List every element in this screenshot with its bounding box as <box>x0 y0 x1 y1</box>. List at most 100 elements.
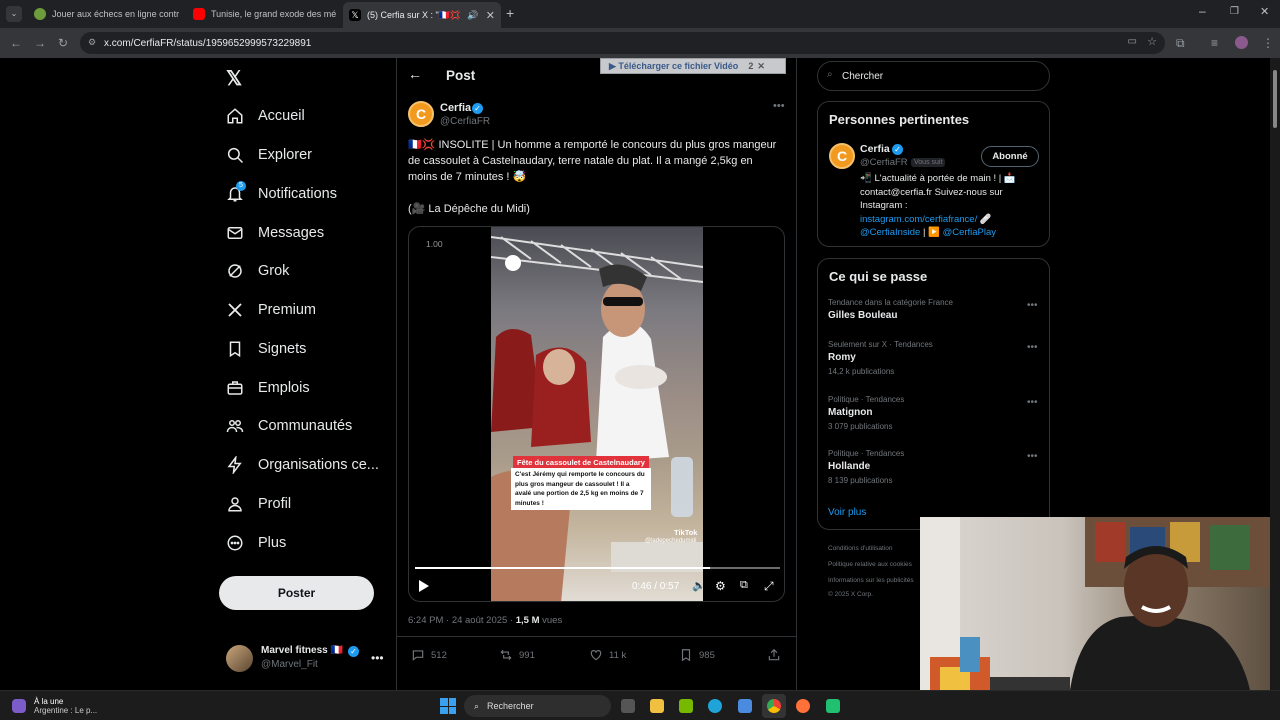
footer-link[interactable]: Politique relative aux cookies <box>828 561 912 568</box>
nav-item-grok[interactable]: Grok <box>226 257 289 285</box>
media-icon[interactable]: ≡ <box>1211 36 1218 50</box>
nav-item-signets[interactable]: Signets <box>226 335 306 363</box>
video-caption-body: C'est Jérémy qui remporte le concours du… <box>511 468 651 510</box>
x-logo-icon[interactable]: 𝕏 <box>226 66 242 91</box>
address-bar-row: ← → ↻ ⚙ x.com/CerfiaFR/status/1959652999… <box>0 28 1280 58</box>
close-window-button[interactable]: ✕ <box>1260 5 1269 18</box>
video-progress-track[interactable] <box>415 567 780 569</box>
close-icon[interactable]: ✕ <box>480 9 495 22</box>
file-explorer-icon[interactable] <box>650 699 664 713</box>
like-button[interactable]: 11 k <box>589 648 626 662</box>
trend-item[interactable]: Politique · Tendances Hollande 8 139 pub… <box>828 449 904 485</box>
nav-item-profil[interactable]: Profil <box>226 490 291 518</box>
trend-item[interactable]: Seulement sur X · Tendances Romy 14,2 k … <box>828 340 933 376</box>
more-icon[interactable]: ••• <box>1027 300 1038 311</box>
home-icon <box>227 108 243 124</box>
nav-item-organisations[interactable]: Organisations ce... <box>226 451 379 479</box>
follow-button[interactable]: Abonné <box>981 146 1039 167</box>
site-info-icon[interactable]: ⚙ <box>88 37 96 48</box>
play-icon[interactable] <box>419 580 429 592</box>
tiktok-watermark: TikTok <box>674 528 698 537</box>
chess-favicon-icon <box>34 8 46 20</box>
bookmark-icon <box>229 341 241 358</box>
cast-icon[interactable]: ▭ <box>1128 36 1137 47</box>
back-icon[interactable]: ← <box>10 36 22 50</box>
bio-mention[interactable]: @CerfiaPlay <box>943 227 996 238</box>
avatar[interactable]: C <box>829 143 855 169</box>
avatar[interactable]: C <box>408 101 434 127</box>
nvidia-icon[interactable] <box>679 699 693 713</box>
bio-mention[interactable]: @CerfiaInside <box>860 227 920 238</box>
taskbar-search-input[interactable]: ⌕ Rechercher <box>464 695 611 717</box>
mail-icon <box>227 227 243 239</box>
trend-item[interactable]: Tendance dans la catégorie France Gilles… <box>828 298 953 321</box>
page-scrollbar[interactable] <box>1270 58 1280 690</box>
start-button[interactable] <box>440 698 456 714</box>
nav-item-premium[interactable]: Premium <box>226 296 316 324</box>
person-name[interactable]: Cerfia <box>860 143 890 155</box>
nav-item-plus[interactable]: Plus <box>226 529 286 557</box>
edge-icon[interactable] <box>708 699 722 713</box>
reload-icon[interactable]: ↻ <box>58 36 68 50</box>
new-tab-button[interactable]: + <box>506 5 514 21</box>
forward-icon[interactable]: → <box>34 36 46 50</box>
panel-title: Personnes pertinentes <box>829 112 970 127</box>
trend-item[interactable]: Politique · Tendances Matignon 3 079 pub… <box>828 395 904 431</box>
app-icon[interactable] <box>826 699 840 713</box>
verified-icon: ✓ <box>348 646 359 657</box>
see-more-link[interactable]: Voir plus <box>828 507 866 518</box>
menu-icon[interactable]: ⋮ <box>1262 36 1274 50</box>
author-name[interactable]: Cerfia <box>440 102 471 114</box>
share-button[interactable] <box>767 648 787 662</box>
news-widget[interactable]: À la une Argentine : Le p... <box>12 695 97 717</box>
url-input[interactable]: ⚙ x.com/CerfiaFR/status/1959652999573229… <box>80 32 1165 54</box>
star-icon[interactable]: ☆ <box>1147 35 1157 48</box>
profile-avatar[interactable] <box>1235 36 1248 49</box>
picture-in-picture-icon[interactable]: ⧉ <box>740 579 748 592</box>
more-icon[interactable]: ••• <box>1027 451 1038 462</box>
people-icon <box>226 420 244 433</box>
task-view-icon[interactable] <box>621 699 635 713</box>
nav-item-explorer[interactable]: Explorer <box>226 141 312 169</box>
reply-button[interactable]: 512 <box>411 648 447 662</box>
post-button[interactable]: Poster <box>219 576 374 610</box>
browser-tab-youtube[interactable]: Tunisie, le grand exode des mé ✕ <box>187 4 342 24</box>
back-arrow-icon[interactable]: ← <box>408 66 422 82</box>
browser-tab-chess[interactable]: Jouer aux échecs en ligne contr ✕ <box>28 4 183 24</box>
nav-item-messages[interactable]: Messages <box>226 219 324 247</box>
restore-button[interactable]: ❐ <box>1230 6 1239 17</box>
bio-link[interactable]: instagram.com/cerfiafrance/ <box>860 214 977 225</box>
firefox-icon[interactable] <box>796 699 810 713</box>
minimize-button[interactable]: – <box>1199 4 1206 18</box>
more-icon[interactable]: ••• <box>1027 397 1038 408</box>
close-icon[interactable]: ✕ <box>179 8 183 21</box>
more-icon[interactable]: ••• <box>1027 342 1038 353</box>
footer-link[interactable]: Informations sur les publicités <box>828 577 914 584</box>
close-icon[interactable]: ✕ <box>757 61 765 72</box>
bookmark-button[interactable]: 985 <box>679 648 715 662</box>
store-icon[interactable] <box>738 699 752 713</box>
tab-list-dropdown[interactable]: ⌄ <box>6 6 22 22</box>
extensions-icon[interactable]: ⧉ <box>1176 36 1185 51</box>
browser-tab-x[interactable]: 𝕏 (5) Cerfia sur X : "🇫🇷💢 INSOL 🔊 ✕ <box>343 2 501 28</box>
nav-item-accueil[interactable]: Accueil <box>226 102 305 130</box>
search-input[interactable]: ⌕ Chercher <box>817 61 1050 91</box>
scrollbar-thumb[interactable] <box>1273 70 1277 128</box>
nav-item-communautes[interactable]: Communautés <box>226 412 352 440</box>
settings-icon[interactable]: ⚙ <box>715 579 726 593</box>
browser-tab-strip: ⌄ Jouer aux échecs en ligne contr ✕ Tuni… <box>0 0 1280 28</box>
footer-link[interactable]: Conditions d'utilisation <box>828 545 892 552</box>
author-handle[interactable]: @CerfiaFR <box>440 116 490 127</box>
fullscreen-icon[interactable]: ⤢ <box>764 579 774 594</box>
nav-item-notifications[interactable]: 5 Notifications <box>226 180 337 208</box>
more-icon[interactable]: ••• <box>371 651 384 665</box>
account-switcher[interactable]: Marvel fitness 🇫🇷 ✓ @Marvel_Fit ••• <box>226 643 384 675</box>
more-icon[interactable]: ••• <box>773 100 785 112</box>
video-player[interactable]: 1.00 Fête du cassoulet de Castelnaudary … <box>408 226 785 602</box>
close-icon[interactable]: ✕ <box>336 8 342 21</box>
volume-icon[interactable]: 🔈 <box>692 579 706 592</box>
nav-item-emplois[interactable]: Emplois <box>226 374 310 402</box>
video-download-bar[interactable]: ▶ Télécharger ce fichier Vidéo 2 ✕ <box>600 58 786 74</box>
repost-button[interactable]: 991 <box>499 648 535 662</box>
speaker-icon[interactable]: 🔊 <box>467 10 478 21</box>
